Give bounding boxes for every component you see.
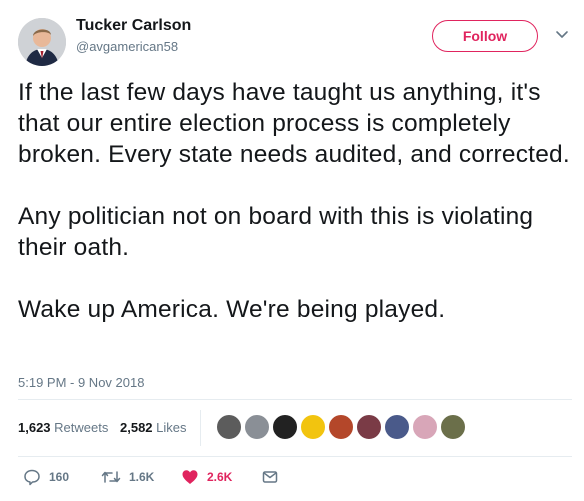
- likes-label: Likes: [156, 420, 187, 435]
- tweet-card: Tucker Carlson @avgamerican58 Follow If …: [0, 0, 584, 501]
- liker-avatar[interactable]: [412, 414, 438, 440]
- follow-button[interactable]: Follow: [432, 20, 538, 52]
- tweet-paragraph: If the last few days have taught us anyt…: [18, 79, 570, 168]
- tweet-timestamp[interactable]: 5:19 PM - 9 Nov 2018: [18, 375, 144, 390]
- retweets-stat[interactable]: 1,623 Retweets: [18, 420, 108, 435]
- retweets-label: Retweets: [54, 420, 109, 435]
- likes-stat[interactable]: 2,582 Likes: [120, 420, 187, 435]
- tweet-header: Tucker Carlson @avgamerican58 Follow: [18, 8, 572, 72]
- avatar-photo-icon: [18, 18, 66, 66]
- liker-avatars: [216, 414, 468, 440]
- chevron-down-icon[interactable]: [554, 26, 570, 42]
- retweet-count: 1.6K: [129, 470, 155, 484]
- retweet-icon: [101, 471, 121, 483]
- liker-avatar[interactable]: [384, 414, 410, 440]
- likes-count: 2,582: [120, 420, 153, 435]
- reply-icon: [24, 469, 40, 486]
- author-name[interactable]: Tucker Carlson: [76, 16, 191, 36]
- author-handle[interactable]: @avgamerican58: [76, 38, 191, 56]
- reply-button[interactable]: 160: [23, 466, 69, 488]
- reply-count: 160: [49, 470, 70, 484]
- liker-avatar[interactable]: [328, 414, 354, 440]
- tweet-text: If the last few days have taught us anyt…: [18, 77, 578, 356]
- retweet-button[interactable]: 1.6K: [101, 466, 154, 488]
- author-info: Tucker Carlson @avgamerican58: [76, 16, 191, 56]
- envelope-icon: [262, 471, 278, 483]
- heart-icon: [182, 470, 198, 484]
- liker-avatar[interactable]: [440, 414, 466, 440]
- liker-avatar[interactable]: [300, 414, 326, 440]
- liker-avatar[interactable]: [272, 414, 298, 440]
- stats-separator: [200, 410, 201, 446]
- tweet-paragraph: Wake up America. We're being played.: [18, 296, 446, 323]
- direct-message-button[interactable]: [261, 466, 287, 488]
- tweet-stats: 1,623 Retweets 2,582 Likes: [18, 420, 195, 435]
- divider: [18, 456, 572, 457]
- liker-avatar[interactable]: [244, 414, 270, 440]
- divider: [18, 399, 572, 400]
- retweets-count: 1,623: [18, 420, 51, 435]
- tweet-paragraph: Any politician not on board with this is…: [18, 203, 534, 261]
- author-avatar[interactable]: [18, 18, 66, 66]
- like-count: 2.6K: [207, 470, 233, 484]
- liker-avatar[interactable]: [216, 414, 242, 440]
- liker-avatar[interactable]: [356, 414, 382, 440]
- like-button[interactable]: 2.6K: [181, 466, 232, 488]
